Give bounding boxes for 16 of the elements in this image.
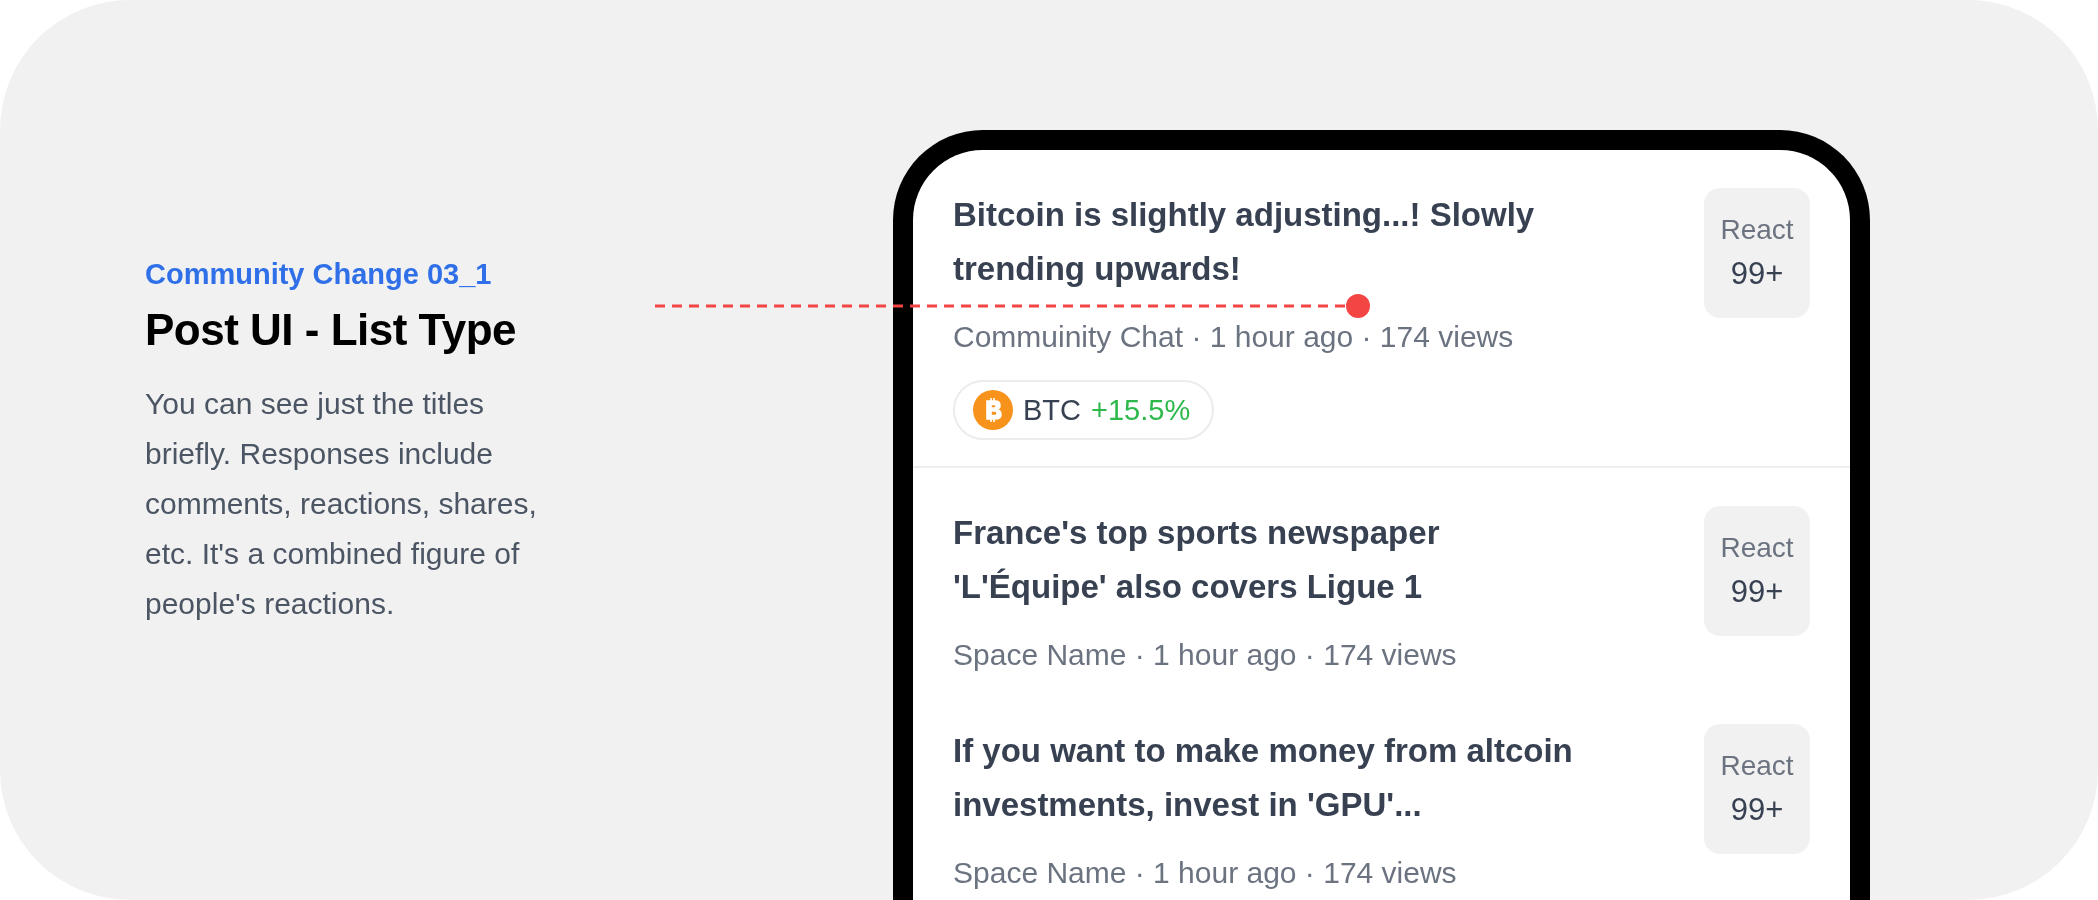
description: You can see just the titles briefly. Responses include comments, reactions, shares, etc. It's a combined figure of people's reactions. bbox=[145, 386, 538, 622]
post-title[interactable]: France's top sports newspaper 'L'Équipe' also covers Ligue 1 bbox=[953, 506, 1593, 614]
react-button[interactable]: React 99+ bbox=[1704, 724, 1810, 854]
page-title: Post UI - List Type bbox=[145, 305, 518, 355]
post-title[interactable]: Bitcoin is slightly adjusting...! Slowly trending upwards! bbox=[953, 188, 1593, 296]
coin-icon bbox=[973, 390, 1013, 430]
react-button[interactable]: React 99+ bbox=[1704, 506, 1810, 636]
post-meta: Space Name · 1 hour ago · 174 views bbox=[953, 856, 1458, 890]
react-button[interactable]: React 99+ bbox=[1704, 188, 1810, 318]
section-label: Community Change 03_1 bbox=[145, 258, 493, 291]
post-title[interactable]: If you want to make money from altcoin investments, invest in 'GPU'... bbox=[953, 724, 1593, 832]
post-meta: Space Name · 1 hour ago · 174 views bbox=[953, 638, 1458, 672]
price-change: +15.5% bbox=[1091, 393, 1191, 427]
coin-symbol: BTC bbox=[1023, 393, 1081, 427]
post-meta: Commuinity Chat · 1 hour ago · 174 views bbox=[953, 320, 1515, 354]
coin-chip[interactable]: BTC +15.5% bbox=[953, 380, 1215, 440]
